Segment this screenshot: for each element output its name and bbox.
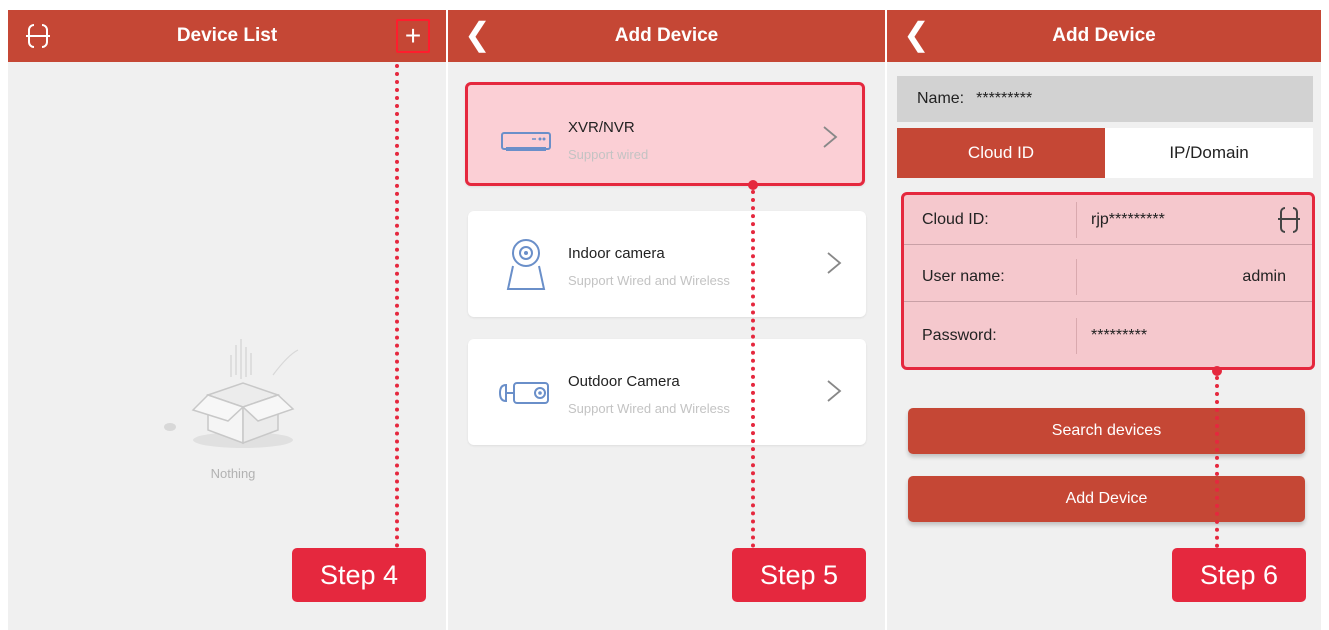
empty-state: Nothing: [148, 335, 318, 481]
chevron-left-icon: ❮: [464, 16, 491, 52]
device-type-description: Support Wired and Wireless: [568, 401, 730, 416]
page-title: Device List: [176, 25, 278, 46]
tab-ip-domain[interactable]: IP/Domain: [1105, 128, 1313, 178]
password-row: Password: *********: [904, 311, 1312, 361]
device-type-screen: ❮ Add Device XVR/NVR Support wired Indoo…: [448, 10, 885, 630]
add-device-button[interactable]: Add Device: [908, 476, 1305, 522]
device-list-screen: Device List + Nothing: [8, 10, 446, 630]
device-type-name: XVR/NVR: [568, 119, 635, 136]
cloud-id-label: Cloud ID:: [922, 210, 989, 228]
user-name-label: User name:: [922, 267, 1005, 285]
step-6-connector: [1215, 376, 1219, 548]
plus-icon: +: [404, 20, 422, 51]
device-list-header: Device List +: [8, 10, 446, 62]
back-button[interactable]: ❮: [903, 18, 931, 50]
user-name-row: User name: admin: [904, 252, 1312, 302]
back-button[interactable]: ❮: [464, 18, 492, 50]
device-name-value: *********: [976, 90, 1033, 107]
chevron-right-icon: [827, 252, 842, 274]
step-4-badge: Step 4: [292, 548, 426, 602]
scan-qr-icon[interactable]: [1278, 206, 1300, 234]
search-devices-button[interactable]: Search devices: [908, 408, 1305, 454]
step-6-badge: Step 6: [1172, 548, 1306, 602]
chevron-right-icon: [827, 380, 842, 402]
add-device-form-screen: ❮ Add Device Name: ********* Cloud ID IP…: [887, 10, 1321, 630]
page-title: Add Device: [1052, 25, 1156, 46]
empty-box-icon: [164, 339, 299, 448]
scan-icon[interactable]: [24, 22, 52, 50]
page-title: Add Device: [614, 25, 719, 46]
device-type-outdoor-camera[interactable]: Outdoor Camera Support Wired and Wireles…: [468, 339, 866, 445]
device-type-description: Support Wired and Wireless: [568, 273, 730, 288]
add-device-header: ❮ Add Device: [448, 10, 885, 62]
tab-cloud-id[interactable]: Cloud ID: [897, 128, 1105, 178]
add-device-button[interactable]: +: [396, 19, 430, 53]
device-type-description: Support wired: [568, 147, 649, 162]
xvr-recorder-icon: [501, 132, 551, 151]
device-type-xvr-nvr[interactable]: XVR/NVR Support wired: [465, 82, 865, 186]
step-6-anchor-dot: [1212, 366, 1222, 376]
chevron-right-icon: [823, 126, 838, 148]
cloud-id-input[interactable]: rjp*********: [1076, 201, 1312, 238]
cloud-id-value: rjp*********: [1091, 210, 1165, 228]
cloud-id-row: Cloud ID: rjp*********: [904, 195, 1312, 245]
device-type-name: Outdoor Camera: [568, 373, 680, 390]
step-4-connector: [395, 64, 399, 548]
user-name-input[interactable]: admin: [1076, 258, 1312, 295]
device-name-label: Name:: [917, 90, 965, 107]
step-5-connector: [751, 190, 755, 548]
outdoor-camera-icon: [498, 382, 549, 404]
step-5-badge: Step 5: [732, 548, 866, 602]
connection-type-tabs: Cloud ID IP/Domain: [897, 128, 1313, 178]
chevron-left-icon: ❮: [903, 16, 930, 52]
add-device-header: ❮ Add Device: [887, 10, 1321, 62]
empty-text: Nothing: [210, 466, 256, 481]
step-5-anchor-dot: [748, 180, 758, 190]
device-type-name: Indoor camera: [568, 245, 665, 262]
password-label: Password:: [922, 327, 997, 344]
indoor-camera-icon: [506, 239, 546, 290]
device-name-field[interactable]: Name: *********: [897, 76, 1313, 122]
device-type-indoor-camera[interactable]: Indoor camera Support Wired and Wireless: [468, 211, 866, 317]
credentials-form: Cloud ID: rjp********* User name: admin …: [901, 192, 1315, 370]
password-input[interactable]: *********: [1076, 318, 1312, 354]
